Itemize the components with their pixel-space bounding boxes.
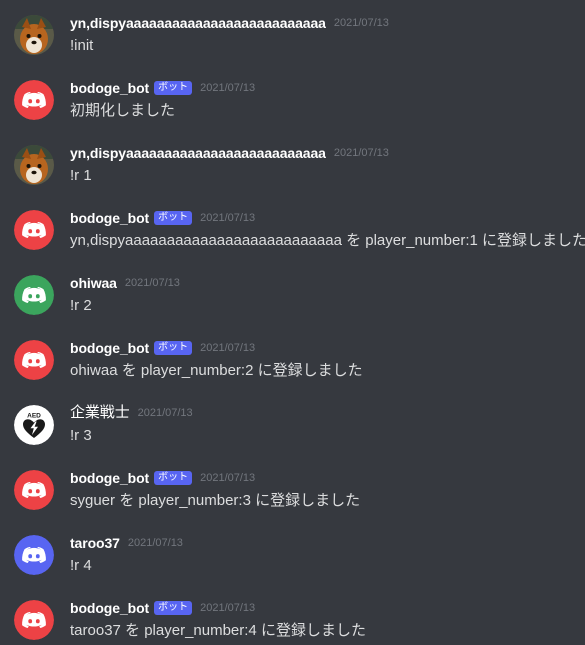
- bot-tag: ボット: [154, 211, 193, 225]
- username[interactable]: yn,dispyaaaaaaaaaaaaaaaaaaaaaaaaaa: [70, 14, 326, 32]
- discord-logo-icon: [14, 340, 54, 380]
- discord-logo-icon: [14, 275, 54, 315]
- message-content: 初期化しました: [70, 102, 176, 119]
- avatar[interactable]: [14, 15, 54, 55]
- aed-label: AED: [27, 413, 41, 420]
- timestamp: 2021/07/13: [127, 537, 183, 549]
- username[interactable]: bodoge_bot: [70, 599, 149, 617]
- message-content: !r 2: [70, 297, 92, 314]
- bot-tag: ボット: [154, 601, 193, 615]
- message-content: ohiwaa を player_number:2 に登録しました: [70, 362, 363, 379]
- discord-logo-icon: [14, 470, 54, 510]
- discord-logo-icon: [14, 535, 54, 575]
- bot-tag: ボット: [154, 81, 193, 95]
- message-content: !r 3: [70, 427, 92, 444]
- timestamp: 2021/07/13: [200, 602, 256, 614]
- message: taroo37 2021/07/13 !r 4: [0, 520, 585, 580]
- message: bodoge_bot ボット 2021/07/13 taroo37 を play…: [0, 585, 585, 645]
- avatar[interactable]: [14, 535, 54, 575]
- username[interactable]: taroo37: [70, 534, 120, 552]
- message: bodoge_bot ボット 2021/07/13 syguer を playe…: [0, 455, 585, 515]
- message: ohiwaa 2021/07/13 !r 2: [0, 260, 585, 320]
- message-list: yn,dispyaaaaaaaaaaaaaaaaaaaaaaaaaa 2021/…: [0, 0, 585, 645]
- timestamp: 2021/07/13: [200, 82, 256, 94]
- discord-logo-icon: [14, 80, 54, 120]
- message: bodoge_bot ボット 2021/07/13 yn,dispyaaaaaa…: [0, 195, 585, 255]
- avatar[interactable]: [14, 600, 54, 640]
- timestamp: 2021/07/13: [200, 342, 256, 354]
- timestamp: 2021/07/13: [137, 407, 193, 419]
- aed-heart-avatar-icon: AED: [14, 405, 54, 445]
- message-content: taroo37 を player_number:4 に登録しました: [70, 622, 366, 639]
- username[interactable]: bodoge_bot: [70, 209, 149, 227]
- message-content: yn,dispyaaaaaaaaaaaaaaaaaaaaaaaaaa を pla…: [70, 232, 585, 249]
- message: yn,dispyaaaaaaaaaaaaaaaaaaaaaaaaaa 2021/…: [0, 0, 585, 60]
- message-content: !r 4: [70, 557, 92, 574]
- bot-tag: ボット: [154, 341, 193, 355]
- message: bodoge_bot ボット 2021/07/13 ohiwaa を playe…: [0, 325, 585, 385]
- discord-logo-icon: [14, 210, 54, 250]
- message-content: !init: [70, 37, 94, 54]
- message-content: !r 1: [70, 167, 92, 184]
- username[interactable]: bodoge_bot: [70, 469, 149, 487]
- username[interactable]: bodoge_bot: [70, 339, 149, 357]
- message: bodoge_bot ボット 2021/07/13 初期化しました: [0, 65, 585, 125]
- timestamp: 2021/07/13: [333, 147, 389, 159]
- timestamp: 2021/07/13: [124, 277, 180, 289]
- avatar[interactable]: [14, 470, 54, 510]
- avatar[interactable]: [14, 145, 54, 185]
- dog-photo-avatar-icon: [14, 15, 54, 55]
- dog-photo-avatar-icon: [14, 145, 54, 185]
- username[interactable]: 企業戦士: [70, 404, 130, 422]
- timestamp: 2021/07/13: [200, 212, 256, 224]
- timestamp: 2021/07/13: [333, 17, 389, 29]
- avatar[interactable]: [14, 275, 54, 315]
- message: AED 企業戦士 2021/07/13 !r 3: [0, 390, 585, 450]
- bot-tag: ボット: [154, 471, 193, 485]
- username[interactable]: ohiwaa: [70, 274, 117, 292]
- timestamp: 2021/07/13: [200, 472, 256, 484]
- username[interactable]: bodoge_bot: [70, 79, 149, 97]
- avatar[interactable]: [14, 340, 54, 380]
- discord-logo-icon: [14, 600, 54, 640]
- message-content: syguer を player_number:3 に登録しました: [70, 492, 361, 509]
- avatar[interactable]: [14, 80, 54, 120]
- message: yn,dispyaaaaaaaaaaaaaaaaaaaaaaaaaa 2021/…: [0, 130, 585, 190]
- username[interactable]: yn,dispyaaaaaaaaaaaaaaaaaaaaaaaaaa: [70, 144, 326, 162]
- avatar[interactable]: [14, 210, 54, 250]
- avatar[interactable]: AED: [14, 405, 54, 445]
